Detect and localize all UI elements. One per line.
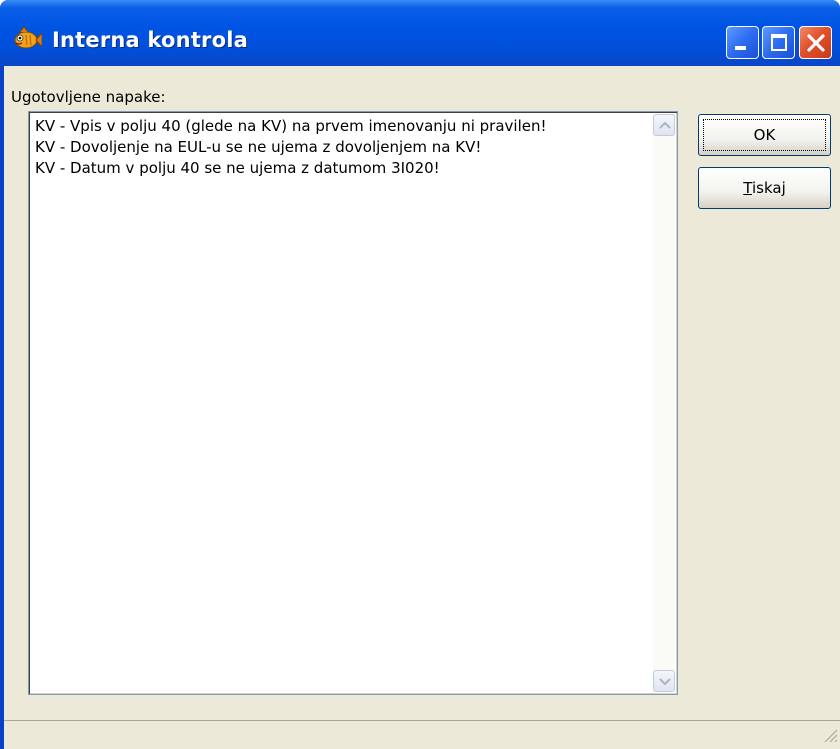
error-item[interactable]: KV - Datum v polju 40 se ne ujema z datu…	[35, 158, 645, 179]
errors-label: Ugotovljene napake:	[11, 88, 166, 106]
errors-list-content: KV - Vpis v polju 40 (glede na KV) na pr…	[35, 116, 645, 179]
title-bar[interactable]: Interna kontrola	[0, 0, 840, 66]
resize-grip-icon[interactable]	[824, 728, 838, 747]
window-title: Interna kontrola	[52, 28, 249, 52]
ok-button-label: OK	[753, 126, 776, 144]
scroll-up-button[interactable]	[653, 114, 675, 136]
minimize-button[interactable]	[726, 26, 759, 59]
dialog-window: Interna kontrola Ugotovljene napake: KV …	[0, 0, 840, 749]
close-button[interactable]	[799, 26, 832, 59]
print-button[interactable]: Tiskaj	[698, 167, 831, 209]
print-label-rest: iskaj	[751, 179, 786, 197]
status-bar	[4, 720, 840, 749]
minimize-icon	[735, 46, 746, 50]
scroll-down-button[interactable]	[653, 670, 675, 692]
print-button-label: Tiskaj	[743, 179, 785, 197]
vertical-scrollbar[interactable]	[653, 114, 675, 692]
dialog-body: Ugotovljene napake: KV - Vpis v polju 40…	[4, 66, 840, 749]
error-item[interactable]: KV - Dovoljenje na EUL-u se ne ujema z d…	[35, 137, 645, 158]
maximize-icon	[771, 34, 787, 51]
errors-list[interactable]: KV - Vpis v polju 40 (glede na KV) na pr…	[28, 111, 678, 695]
error-item[interactable]: KV - Vpis v polju 40 (glede na KV) na pr…	[35, 116, 645, 137]
print-mnemonic: T	[743, 179, 752, 197]
fish-icon	[12, 26, 43, 52]
maximize-button[interactable]	[762, 26, 795, 59]
ok-button[interactable]: OK	[698, 114, 831, 156]
